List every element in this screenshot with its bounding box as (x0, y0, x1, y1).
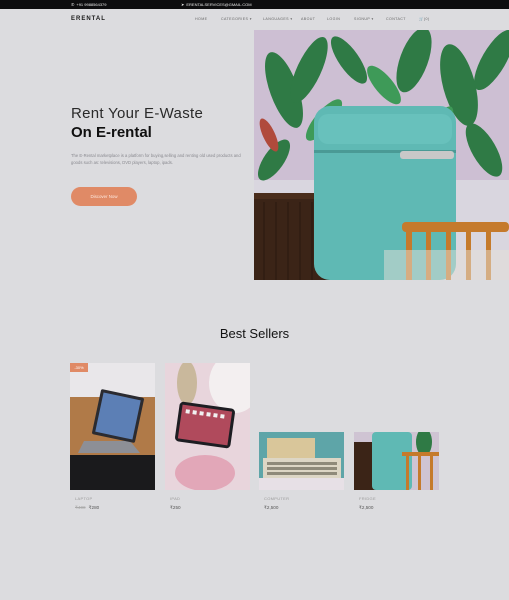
email-contact[interactable]: ➤ ERENTALSERVICES@GMAIL.COM (181, 2, 252, 7)
phone-contact[interactable]: ✆ +91 9988564379 (71, 2, 107, 7)
discount-badge: -30% (70, 363, 88, 372)
nav-item-signup[interactable]: SIGNUP ▾ (354, 17, 386, 21)
nav-item-categories[interactable]: CATEGORIES ▾ (221, 17, 263, 21)
email-address: ERENTALSERVICES@GMAIL.COM (186, 2, 252, 7)
cart-count: (0) (423, 17, 430, 21)
computer-photo (259, 432, 344, 490)
product-name[interactable]: COMPUTER (264, 496, 289, 501)
laptop-photo (70, 363, 155, 490)
fridge-plants-illustration (254, 30, 509, 280)
product-name[interactable]: LAPTOP (75, 496, 93, 501)
product-price: ₹250 (170, 505, 181, 510)
product-image-laptop[interactable]: -30% (70, 363, 155, 490)
navbar: ERENTAL HOME CATEGORIES ▾ LANGUAGES ▾ AB… (0, 9, 509, 31)
nav-item-home[interactable]: HOME (195, 17, 221, 21)
product-price: ₹400 ₹280 (75, 505, 99, 511)
product-name[interactable]: IPAD (170, 496, 180, 501)
nav-item-languages[interactable]: LANGUAGES ▾ (263, 17, 301, 21)
old-price: ₹400 (75, 505, 86, 510)
ipad-photo (165, 363, 250, 490)
hero-title-line2: On E-rental (71, 124, 152, 141)
nav-item-contact[interactable]: CONTACT (386, 17, 419, 21)
nav-item-cart[interactable]: 🛒(0) (419, 17, 439, 21)
hero-text: Rent Your E-Waste On E-rental The E-Rent… (71, 105, 251, 166)
fridge-photo (354, 432, 439, 490)
hero-description: The E-Rental marketplace is a platform f… (71, 153, 241, 165)
top-bar: ✆ +91 9988564379 ➤ ERENTALSERVICES@GMAIL… (0, 0, 509, 9)
product-image-computer[interactable] (259, 432, 344, 490)
product-image-fridge[interactable] (354, 432, 439, 490)
brand-logo[interactable]: ERENTAL (71, 16, 106, 22)
phone-number: +91 9988564379 (76, 2, 107, 7)
phone-icon: ✆ (71, 1, 75, 7)
send-icon: ➤ (181, 1, 185, 7)
hero-title-line1: Rent Your E-Waste (71, 105, 204, 122)
discover-now-button[interactable]: Discover Now (71, 187, 137, 206)
product-image-ipad[interactable] (165, 363, 250, 490)
product-price: ₹2,500 (359, 505, 374, 510)
nav-item-login[interactable]: LOGIN (327, 17, 354, 21)
product-name[interactable]: FRIDGE (359, 496, 376, 501)
best-sellers-title: Best Sellers (219, 326, 290, 341)
current-price: ₹280 (88, 505, 100, 510)
nav-item-about[interactable]: ABOUT (301, 17, 327, 21)
hero-image (254, 30, 509, 280)
product-price: ₹2,500 (264, 505, 279, 510)
nav-menu: HOME CATEGORIES ▾ LANGUAGES ▾ ABOUT LOGI… (195, 17, 439, 21)
